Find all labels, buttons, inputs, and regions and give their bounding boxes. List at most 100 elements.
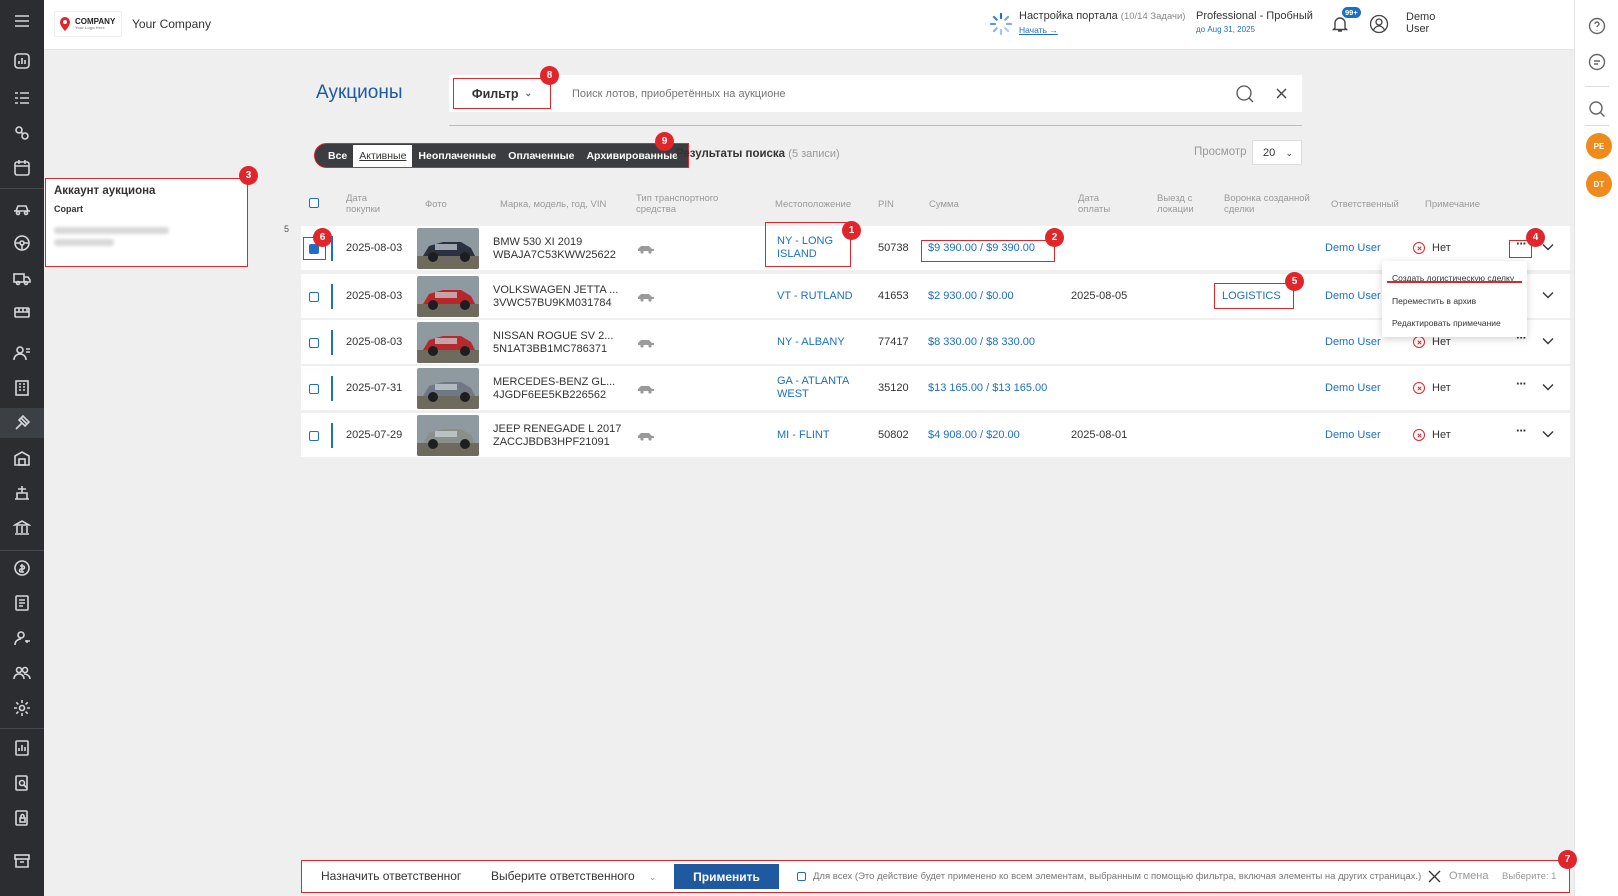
location-link[interactable]: GA - ATLANTA WEST — [777, 375, 849, 401]
vehicle-photo[interactable] — [417, 322, 479, 363]
amount-link[interactable]: $9 390.00 / $9 390.00 — [928, 242, 1035, 255]
report-icon[interactable] — [0, 733, 44, 763]
portal-start-link[interactable]: Начать → — [1019, 25, 1185, 35]
chevron-down-icon[interactable] — [1541, 334, 1555, 348]
location-link[interactable]: NY - LONG ISLAND — [777, 235, 833, 261]
portal-setup[interactable]: Настройка портала (10/14 Задачи) Начать … — [989, 10, 1185, 36]
truck-icon[interactable] — [0, 263, 44, 293]
steering-wheel-icon[interactable] — [0, 228, 44, 258]
amount-link[interactable]: $8 330.00 / $8 330.00 — [928, 336, 1035, 349]
close-icon[interactable] — [1275, 87, 1288, 100]
more-actions-icon[interactable]: ··· — [1512, 424, 1530, 443]
search-icon[interactable] — [1588, 100, 1606, 118]
tab-paid[interactable]: Оплаченные — [502, 144, 581, 167]
more-actions-icon[interactable]: ··· — [1512, 377, 1530, 396]
row-checkbox[interactable] — [309, 384, 319, 394]
document-lock-icon[interactable] — [0, 803, 44, 833]
vehicle-photo[interactable] — [417, 415, 479, 456]
finance-cycle-icon[interactable] — [0, 553, 44, 583]
col-responsible[interactable]: Ответственный — [1331, 199, 1399, 210]
deals-icon[interactable] — [0, 118, 44, 148]
responsible-select[interactable]: Выберите ответственного ⌄ — [491, 869, 656, 883]
user-name[interactable]: Demo User — [1406, 11, 1446, 35]
col-purchase-date[interactable]: Дата покупки — [346, 193, 396, 215]
chevron-down-icon[interactable] — [1541, 288, 1555, 302]
help-icon[interactable] — [1588, 17, 1606, 35]
dashboard-icon[interactable] — [0, 46, 44, 76]
col-amount[interactable]: Сумма — [929, 199, 959, 210]
for-all-checkbox[interactable] — [797, 872, 806, 881]
amount-link[interactable]: $4 908.00 / $20.00 — [928, 429, 1020, 442]
archive-icon[interactable] — [0, 846, 44, 876]
user-avatar-icon[interactable] — [1369, 14, 1389, 34]
document-search-icon[interactable] — [0, 768, 44, 798]
table-row[interactable]: 2025-07-29 JEEP RENEGADE L 2017 ZACCJBDB… — [301, 413, 1570, 457]
auction-gavel-icon[interactable] — [0, 408, 44, 438]
deal-funnel-link[interactable]: LOGISTICS — [1222, 290, 1281, 303]
warehouse-icon[interactable] — [0, 443, 44, 473]
tab-unpaid[interactable]: Неоплаченные — [412, 144, 503, 167]
row-checkbox[interactable] — [309, 292, 319, 302]
tab-all[interactable]: Все — [315, 144, 354, 167]
tab-active[interactable]: Активные — [353, 144, 413, 167]
vehicle-photo[interactable] — [417, 276, 479, 317]
bank-icon[interactable] — [0, 513, 44, 543]
col-deal-funnel[interactable]: Воронка созданной сделки — [1224, 193, 1314, 215]
invoice-icon[interactable] — [0, 588, 44, 618]
menu-item-edit-note[interactable]: Редактировать примечание — [1392, 318, 1501, 328]
col-vehicle-type[interactable]: Тип транспортного средства — [636, 193, 751, 215]
settings-gear-icon[interactable] — [0, 693, 44, 723]
menu-icon[interactable] — [0, 6, 44, 36]
calendar-icon[interactable] — [0, 153, 44, 183]
close-icon[interactable] — [1428, 870, 1441, 883]
company-logo[interactable]: COMPANY Your Logo Here — [54, 11, 122, 37]
tasks-list-icon[interactable] — [0, 83, 44, 113]
apply-button[interactable]: Применить — [674, 864, 779, 889]
menu-item-archive[interactable]: Переместить в архив — [1392, 296, 1476, 306]
bus-icon[interactable] — [0, 298, 44, 328]
location-link[interactable]: MI - FLINT — [777, 429, 830, 442]
col-pin[interactable]: PIN — [878, 199, 894, 210]
chevron-down-icon[interactable] — [1541, 380, 1555, 394]
vehicle-photo[interactable] — [417, 368, 479, 409]
truck-car-icon[interactable] — [0, 193, 44, 223]
table-row[interactable]: 2025-07-31 MERCEDES-BENZ GL... 4JGDF6EE5… — [301, 366, 1570, 410]
user-key-icon[interactable] — [0, 623, 44, 653]
row-checkbox[interactable] — [309, 338, 319, 348]
table-row[interactable]: 2025-08-03 NISSAN ROGUE SV 2... 5N1AT3BB… — [301, 320, 1570, 364]
company-name[interactable]: Your Company — [132, 17, 211, 31]
plan-info[interactable]: Professional - Пробный до Aug 31, 2025 — [1196, 10, 1313, 34]
col-note[interactable]: Примечание — [1425, 199, 1480, 210]
avatar-dt[interactable]: DT — [1586, 171, 1612, 197]
chevron-down-icon[interactable] — [1541, 427, 1555, 441]
contacts-icon[interactable] — [0, 338, 44, 368]
chat-icon[interactable] — [1588, 53, 1606, 71]
col-exit-location[interactable]: Выезд с локации — [1157, 193, 1205, 215]
search-icon[interactable] — [1235, 84, 1255, 104]
search-input[interactable] — [572, 88, 1192, 100]
tab-archived[interactable]: Архивированные — [580, 144, 689, 167]
auction-account-panel[interactable]: Аккаунт аукциона Copart — [45, 178, 248, 267]
responsible-link[interactable]: Demo User — [1325, 336, 1381, 349]
select-all-checkbox[interactable] — [309, 198, 319, 208]
location-link[interactable]: VT - RUTLAND — [777, 290, 853, 303]
col-payment-date[interactable]: Дата оплаты — [1078, 193, 1118, 215]
amount-link[interactable]: $13 165.00 / $13 165.00 — [928, 382, 1047, 395]
responsible-link[interactable]: Demo User — [1325, 382, 1381, 395]
table-row[interactable]: 2025-08-03 VOLKSWAGEN JETTA ... 3VWC57BU… — [301, 274, 1570, 318]
filter-button[interactable]: Фильтр ⌄ — [453, 78, 551, 109]
responsible-link[interactable]: Demo User — [1325, 290, 1381, 303]
location-link[interactable]: NY - ALBANY — [777, 336, 845, 349]
col-model[interactable]: Марка, модель, год, VIN — [500, 199, 606, 210]
table-row[interactable]: 2025-08-03 BMW 530 XI 2019 WBAJA7C53KWW2… — [301, 226, 1570, 270]
cancel-button[interactable]: Отмена — [1449, 870, 1488, 882]
responsible-link[interactable]: Demo User — [1325, 242, 1381, 255]
avatar-pe[interactable]: PE — [1586, 133, 1612, 159]
amount-link[interactable]: $2 930.00 / $0.00 — [928, 290, 1014, 303]
responsible-link[interactable]: Demo User — [1325, 429, 1381, 442]
companies-icon[interactable] — [0, 373, 44, 403]
page-size-select[interactable]: 20 ⌄ — [1252, 140, 1302, 165]
vehicle-photo[interactable] — [417, 228, 479, 269]
port-crane-icon[interactable] — [0, 478, 44, 508]
team-icon[interactable] — [0, 658, 44, 688]
